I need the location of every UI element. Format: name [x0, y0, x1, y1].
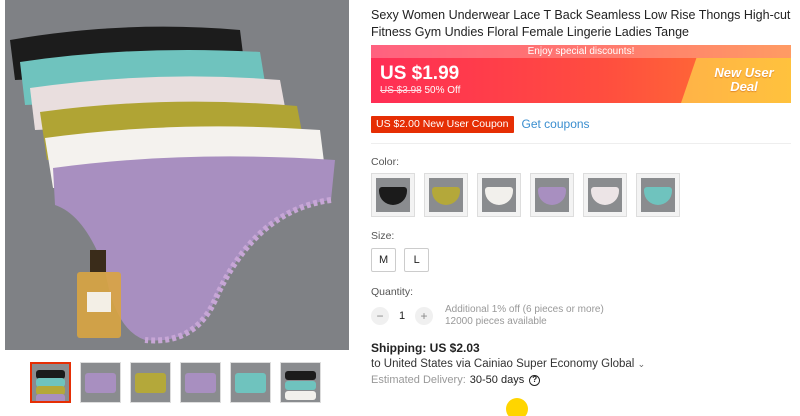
- thumbnail-6[interactable]: [280, 362, 321, 403]
- color-swatch-white[interactable]: [477, 173, 521, 217]
- chevron-down-icon[interactable]: ⌄: [638, 359, 646, 369]
- delivery-days: 30-50 days: [469, 374, 525, 386]
- deal-badge-line2: Deal: [730, 79, 758, 94]
- color-label: Color:: [371, 156, 400, 168]
- old-price-row: US $3.98 50% Off: [380, 85, 460, 96]
- color-swatches: [371, 173, 791, 217]
- original-price: US $3.98: [380, 85, 422, 96]
- thumbnail-2[interactable]: [80, 362, 121, 403]
- size-option-l[interactable]: L: [404, 248, 430, 272]
- size-option-m[interactable]: M: [371, 248, 397, 272]
- color-swatch-mint[interactable]: [636, 173, 680, 217]
- main-product-image[interactable]: [5, 0, 349, 350]
- color-swatch-purple[interactable]: [530, 173, 574, 217]
- discount-banner-text: Enjoy special discounts!: [371, 45, 791, 58]
- discount-percent: 50% Off: [424, 85, 461, 96]
- current-price: US $1.99: [380, 63, 460, 84]
- quantity-stepper: − 1 + Additional 1% off (6 pieces or mor…: [371, 304, 791, 328]
- size-label: Size:: [371, 230, 395, 242]
- thumbnail-5[interactable]: [230, 362, 271, 403]
- product-photo-illustration: [5, 0, 349, 350]
- quantity-info: Additional 1% off (6 pieces or more) 120…: [445, 304, 604, 328]
- product-title: Sexy Women Underwear Lace T Back Seamles…: [371, 8, 791, 39]
- shipping-destination-text: to United States via Cainiao Super Econo…: [371, 358, 635, 370]
- get-coupons-link[interactable]: Get coupons: [522, 117, 590, 131]
- thumbnail-4[interactable]: [180, 362, 221, 403]
- product-details: Sexy Women Underwear Lace T Back Seamles…: [371, 0, 791, 386]
- quantity-decrease-button[interactable]: −: [371, 307, 389, 325]
- stock-info: 12000 pieces available: [445, 316, 547, 327]
- color-swatch-black[interactable]: [371, 173, 415, 217]
- quantity-value[interactable]: 1: [389, 310, 415, 322]
- thumbnail-3[interactable]: [130, 362, 171, 403]
- divider: [371, 143, 791, 144]
- quantity-increase-button[interactable]: +: [415, 307, 433, 325]
- deal-badge-line1: New User: [714, 65, 774, 80]
- thumbnail-1[interactable]: [30, 362, 71, 403]
- color-swatch-pink-white[interactable]: [583, 173, 627, 217]
- delivery-label: Estimated Delivery:: [371, 374, 466, 386]
- help-icon[interactable]: ?: [529, 374, 541, 386]
- color-swatch-yellow[interactable]: [424, 173, 468, 217]
- shipping-destination[interactable]: to United States via Cainiao Super Econo…: [371, 358, 791, 370]
- estimated-delivery: Estimated Delivery: 30-50 days ?: [371, 374, 791, 386]
- size-options: M L: [371, 248, 791, 272]
- bulk-discount-info: Additional 1% off (6 pieces or more): [445, 304, 604, 315]
- yellow-button-partial[interactable]: [506, 398, 528, 416]
- price-banner: Enjoy special discounts! US $1.99 US $3.…: [371, 45, 791, 103]
- thumbnail-strip: [30, 362, 321, 403]
- coupon-row: US $2.00 New User Coupon Get coupons: [371, 115, 791, 133]
- new-user-deal-badge: New User Deal: [681, 58, 791, 103]
- quantity-label: Quantity:: [371, 286, 414, 298]
- new-user-coupon-tag: US $2.00 New User Coupon: [371, 115, 514, 133]
- shipping-price: Shipping: US $2.03: [371, 341, 480, 355]
